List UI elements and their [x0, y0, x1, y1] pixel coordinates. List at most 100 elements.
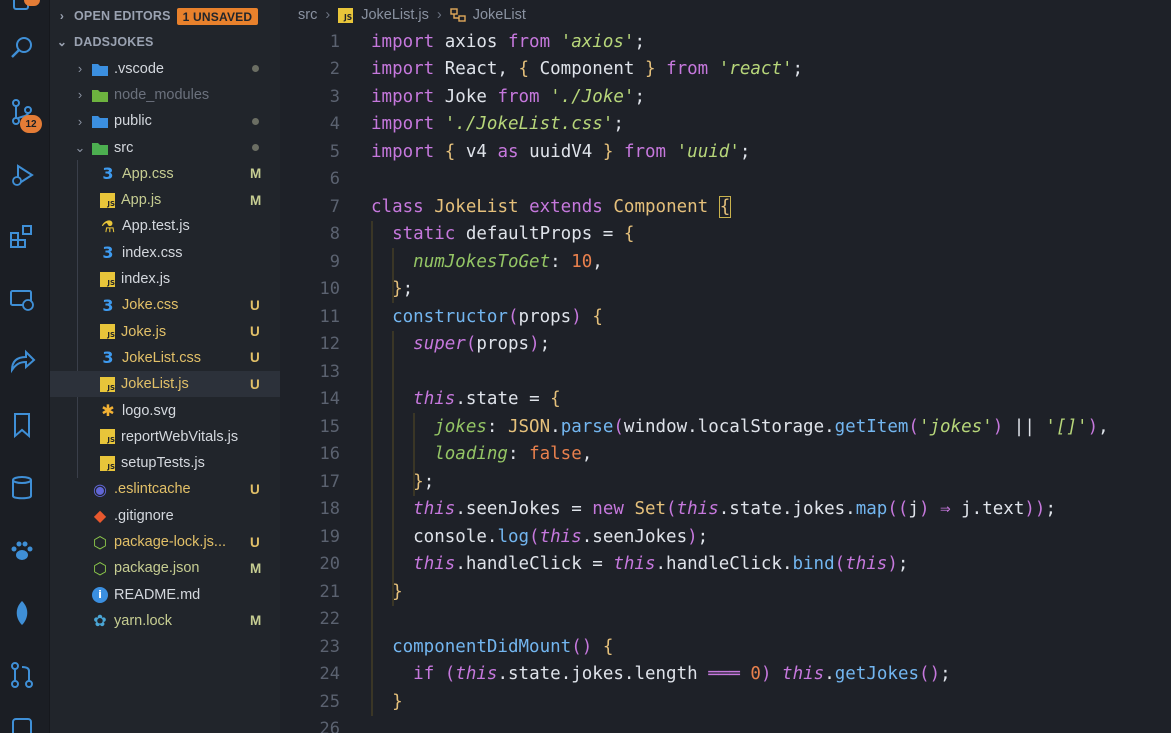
- search-icon[interactable]: [7, 33, 37, 63]
- file-item[interactable]: JS Joke.js U: [50, 319, 280, 345]
- class-symbol-icon: [450, 8, 466, 22]
- bookmarks-icon[interactable]: [7, 410, 37, 440]
- line-number: 9: [329, 251, 340, 272]
- breadcrumb-folder[interactable]: src: [298, 7, 317, 23]
- git-status: U: [250, 376, 260, 392]
- line-number: 2: [329, 59, 340, 80]
- code-line[interactable]: 14 this.state = {: [280, 386, 1171, 414]
- file-name: .gitignore: [114, 507, 174, 524]
- code-line[interactable]: 21 }: [280, 578, 1171, 606]
- css-file-icon: 3: [102, 243, 114, 263]
- file-item[interactable]: JS index.js: [50, 266, 280, 292]
- file-name: Joke.js: [121, 323, 167, 340]
- file-item[interactable]: JS JokeList.js U: [50, 371, 280, 398]
- breadcrumb-symbol[interactable]: JokeList: [473, 7, 526, 23]
- file-item[interactable]: JS reportWebVitals.js: [50, 424, 280, 450]
- line-number: 20: [319, 554, 340, 575]
- code-line[interactable]: 17 };: [280, 468, 1171, 496]
- run-debug-icon[interactable]: [7, 160, 37, 190]
- file-name: src: [114, 139, 134, 156]
- file-item[interactable]: 3 index.css: [50, 240, 280, 266]
- code-line[interactable]: 1 import axios from 'axios';: [280, 28, 1171, 56]
- file-name: JokeList.css: [122, 349, 201, 366]
- code-line[interactable]: 5 import { v4 as uuidV4 } from 'uuid';: [280, 138, 1171, 166]
- file-item[interactable]: 3 JokeList.css U: [50, 345, 280, 371]
- mongodb-leaf-icon[interactable]: [7, 598, 37, 628]
- code-text: import { v4 as uuidV4 } from 'uuid';: [371, 141, 751, 162]
- css-file-icon: 3: [102, 348, 114, 368]
- file-name: node_modules: [114, 86, 210, 103]
- folder-item[interactable]: › .vscode: [50, 56, 280, 82]
- folder-item[interactable]: › node_modules: [50, 82, 280, 108]
- line-number: 10: [319, 279, 340, 300]
- code-text: constructor(props) {: [392, 306, 603, 327]
- code-line[interactable]: 8 static defaultProps = {: [280, 221, 1171, 249]
- js-file-icon: JS: [338, 7, 354, 23]
- code-line[interactable]: 2 import React, { Component } from 'react…: [280, 56, 1171, 84]
- code-line[interactable]: 16 loading: false,: [280, 441, 1171, 469]
- code-line[interactable]: 20 this.handleClick = this.handleClick.b…: [280, 551, 1171, 579]
- css-file-icon: 3: [102, 295, 114, 315]
- file-name: index.js: [121, 271, 171, 288]
- line-number: 4: [329, 114, 340, 135]
- file-item[interactable]: ⬡ package-lock.js... U: [50, 529, 280, 555]
- project-header[interactable]: ⌄ DADSJOKES: [50, 29, 280, 55]
- code-line[interactable]: 3 import Joke from './Joke';: [280, 83, 1171, 111]
- code-line[interactable]: 11 constructor(props) {: [280, 303, 1171, 331]
- activity-bar: 12: [0, 0, 50, 733]
- code-line[interactable]: 24 if (this.state.jokes.length ═══ 0) th…: [280, 661, 1171, 689]
- code-line[interactable]: 26: [280, 716, 1171, 733]
- code-line[interactable]: 6: [280, 166, 1171, 194]
- live-share-icon[interactable]: [7, 347, 37, 377]
- file-item[interactable]: ◉ .eslintcache U: [50, 476, 280, 502]
- code-line[interactable]: 25 }: [280, 688, 1171, 716]
- git-file-icon: ◆: [93, 506, 107, 526]
- breadcrumb-file[interactable]: JokeList.js: [361, 7, 429, 23]
- line-number: 24: [319, 664, 340, 685]
- code-line[interactable]: 15 jokes: JSON.parse(window.localStorage…: [280, 413, 1171, 441]
- code-editor: src › JS JokeList.js › JokeList 1 import …: [280, 0, 1171, 733]
- file-item[interactable]: ✱ logo.svg: [50, 397, 280, 423]
- code-line[interactable]: 13: [280, 358, 1171, 386]
- folder-item[interactable]: ⌄ src: [50, 134, 280, 160]
- code-line[interactable]: 7 class JokeList extends Component {: [280, 193, 1171, 221]
- code-line[interactable]: 19 console.log(this.seenJokes);: [280, 523, 1171, 551]
- file-item[interactable]: 3 Joke.css U: [50, 292, 280, 318]
- remote-explorer-icon[interactable]: [7, 285, 37, 315]
- line-number: 11: [319, 306, 340, 327]
- file-item[interactable]: ◆ .gitignore: [50, 503, 280, 529]
- line-number: 22: [319, 609, 340, 630]
- file-item[interactable]: i README.md: [50, 582, 280, 608]
- database-icon[interactable]: [7, 473, 37, 503]
- modified-dot: [252, 117, 259, 125]
- file-item[interactable]: 3 App.css M: [50, 161, 280, 187]
- line-number: 19: [319, 526, 340, 547]
- git-status: U: [250, 324, 260, 340]
- open-editors-header[interactable]: › OPEN EDITORS 1 UNSAVED: [50, 3, 280, 29]
- code-line[interactable]: 18 this.seenJokes = new Set(this.state.j…: [280, 496, 1171, 524]
- code-text: import React, { Component } from 'react'…: [371, 59, 804, 80]
- git-status: M: [250, 560, 262, 576]
- code-line[interactable]: 22: [280, 606, 1171, 634]
- file-item[interactable]: JS setupTests.js: [50, 450, 280, 476]
- code-line[interactable]: 12 super(props);: [280, 331, 1171, 359]
- file-item[interactable]: ⬡ package.json M: [50, 555, 280, 581]
- line-number: 6: [329, 169, 340, 190]
- code-line[interactable]: 9 numJokesToGet: 10,: [280, 248, 1171, 276]
- node-file-icon: ⬡: [93, 558, 107, 578]
- code-line[interactable]: 10 };: [280, 276, 1171, 304]
- info-file-icon: i: [92, 586, 108, 603]
- extra-icon[interactable]: [7, 715, 37, 733]
- folder-item[interactable]: › public: [50, 108, 280, 134]
- paw-icon[interactable]: [7, 536, 37, 566]
- chevron-right-icon: ›: [77, 61, 83, 77]
- file-item[interactable]: ⚗ App.test.js: [50, 213, 280, 239]
- extensions-icon[interactable]: [7, 222, 37, 252]
- pull-request-icon[interactable]: [7, 660, 37, 690]
- code-line[interactable]: 23 componentDidMount() {: [280, 633, 1171, 661]
- file-item[interactable]: JS App.js M: [50, 187, 280, 213]
- code-text: this.handleClick = this.handleClick.bind…: [413, 554, 909, 575]
- file-name: yarn.lock: [114, 612, 173, 629]
- code-line[interactable]: 4 import './JokeList.css';: [280, 111, 1171, 139]
- file-item[interactable]: ✿ yarn.lock M: [50, 608, 280, 634]
